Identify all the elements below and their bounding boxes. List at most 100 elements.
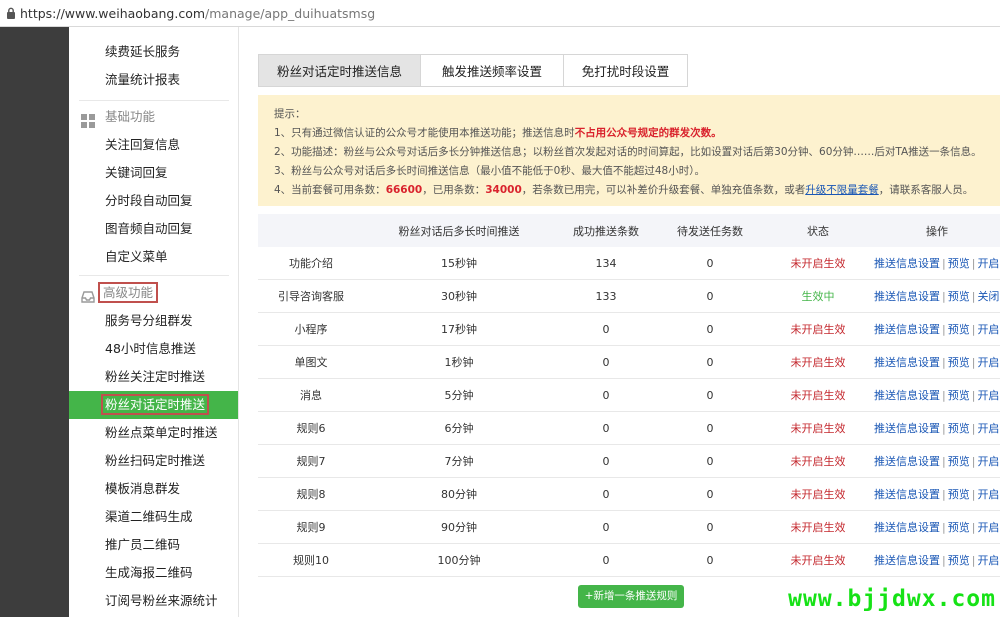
open-link[interactable]: 开启 [977, 422, 999, 435]
push-settings-link[interactable]: 推送信息设置 [874, 422, 940, 435]
tab-trigger-frequency[interactable]: 触发推送频率设置 [421, 54, 564, 87]
sidebar-item-channel-qrcode[interactable]: 渠道二维码生成 [69, 503, 238, 531]
preview-link[interactable]: 预览 [948, 356, 970, 369]
status-cell: 未开启生效 [762, 511, 874, 544]
push-settings-link[interactable]: 推送信息设置 [874, 488, 940, 501]
tab-bar: 粉丝对话定时推送信息 触发推送频率设置 免打扰时段设置 [258, 54, 688, 87]
pending-count-cell: 0 [658, 379, 762, 412]
sidebar-section-advanced: 高级功能 [69, 279, 238, 307]
success-count-cell: 0 [554, 478, 658, 511]
success-count-cell: 0 [554, 544, 658, 577]
pending-count-cell: 0 [658, 511, 762, 544]
sidebar-item-48h-push[interactable]: 48小时信息推送 [69, 335, 238, 363]
preview-link[interactable]: 预览 [948, 554, 970, 567]
push-settings-link[interactable]: 推送信息设置 [874, 257, 940, 270]
preview-link[interactable]: 预览 [948, 422, 970, 435]
sidebar-item-menu-timed-push[interactable]: 粉丝点菜单定时推送 [69, 419, 238, 447]
sidebar-item-media-auto-reply[interactable]: 图音频自动回复 [69, 215, 238, 243]
push-settings-link[interactable]: 推送信息设置 [874, 323, 940, 336]
operations-cell: 推送信息设置|预览|开启|删除 [874, 478, 1000, 511]
address-bar[interactable]: https://www.weihaobang.com/manage/app_du… [0, 0, 1000, 27]
close-link[interactable]: 关闭 [977, 290, 999, 303]
push-settings-link[interactable]: 推送信息设置 [874, 554, 940, 567]
sidebar-item-group-broadcast[interactable]: 服务号分组群发 [69, 307, 238, 335]
operations-cell: 推送信息设置|预览|开启|删除 [874, 346, 1000, 379]
rule-name-cell: 消息 [258, 379, 364, 412]
push-rules-table: 粉丝对话后多长时间推送 成功推送条数 待发送任务数 状态 操作 功能介绍15秒钟… [258, 214, 1000, 577]
success-count-cell: 0 [554, 511, 658, 544]
push-delay-cell: 7分钟 [364, 445, 554, 478]
sidebar-item-template-broadcast[interactable]: 模板消息群发 [69, 475, 238, 503]
tips-line-1: 1、只有通过微信认证的公众号才能使用本推送功能；推送信息时不占用公众号规定的群发… [274, 124, 1000, 143]
status-cell: 未开启生效 [762, 412, 874, 445]
operations-cell: 推送信息设置|预览|开启|删除 [874, 313, 1000, 346]
push-settings-link[interactable]: 推送信息设置 [874, 356, 940, 369]
tab-dialog-push-info[interactable]: 粉丝对话定时推送信息 [258, 54, 421, 87]
pending-count-cell: 0 [658, 280, 762, 313]
sidebar-item-custom-menu[interactable]: 自定义菜单 [69, 243, 238, 271]
preview-link[interactable]: 预览 [948, 290, 970, 303]
table-row: 规则880分钟00未开启生效推送信息设置|预览|开启|删除 [258, 478, 1000, 511]
separator: | [940, 521, 948, 534]
lock-icon [2, 7, 20, 19]
success-count-cell: 0 [554, 379, 658, 412]
add-push-rule-button[interactable]: +新增一条推送规则 [578, 585, 684, 608]
preview-link[interactable]: 预览 [948, 455, 970, 468]
sidebar-item-follow-reply[interactable]: 关注回复信息 [69, 131, 238, 159]
tips-line-1-text: 1、只有通过微信认证的公众号才能使用本推送功能；推送信息时 [274, 127, 575, 139]
open-link[interactable]: 开启 [977, 257, 999, 270]
tips-line-4-text: 4、当前套餐可用条数： [274, 184, 386, 196]
pending-count-cell: 0 [658, 412, 762, 445]
open-link[interactable]: 开启 [977, 389, 999, 402]
open-link[interactable]: 开启 [977, 521, 999, 534]
sidebar-item-keyword-reply[interactable]: 关键词回复 [69, 159, 238, 187]
sidebar-item-poster-qrcode[interactable]: 生成海报二维码 [69, 559, 238, 587]
open-link[interactable]: 开启 [977, 554, 999, 567]
sidebar-item-follow-timed-push[interactable]: 粉丝关注定时推送 [69, 363, 238, 391]
sidebar-item-promoter-qrcode[interactable]: 推广员二维码 [69, 531, 238, 559]
tab-do-not-disturb[interactable]: 免打扰时段设置 [564, 54, 688, 87]
sidebar-item-renewal[interactable]: 续费延长服务 [69, 38, 238, 66]
preview-link[interactable]: 预览 [948, 323, 970, 336]
tips-line-2: 2、功能描述：粉丝与公众号对话后多长分钟推送信息；以粉丝首次发起对话的时间算起，… [274, 143, 1000, 162]
upgrade-unlimited-link[interactable]: 升级不限量套餐 [805, 184, 879, 196]
rule-name-cell: 规则7 [258, 445, 364, 478]
url-text: https://www.weihaobang.com/manage/app_du… [20, 6, 375, 21]
sidebar-item-traffic-report[interactable]: 流量统计报表 [69, 66, 238, 94]
push-delay-cell: 6分钟 [364, 412, 554, 445]
preview-link[interactable]: 预览 [948, 389, 970, 402]
separator: | [940, 323, 948, 336]
push-settings-link[interactable]: 推送信息设置 [874, 455, 940, 468]
preview-link[interactable]: 预览 [948, 488, 970, 501]
grid-icon [81, 110, 95, 124]
rule-name-cell: 小程序 [258, 313, 364, 346]
open-link[interactable]: 开启 [977, 323, 999, 336]
tips-title: 提示： [274, 105, 1000, 124]
table-row: 引导咨询客服30秒钟1330生效中推送信息设置|预览|关闭|删除 [258, 280, 1000, 313]
rule-name-cell: 单图文 [258, 346, 364, 379]
separator: | [940, 356, 948, 369]
rule-name-cell: 引导咨询客服 [258, 280, 364, 313]
sidebar-section-advanced-title: 高级功能 [98, 282, 158, 303]
sidebar-item-dialog-timed-push[interactable]: 粉丝对话定时推送 [69, 391, 238, 419]
push-settings-link[interactable]: 推送信息设置 [874, 389, 940, 402]
push-settings-link[interactable]: 推送信息设置 [874, 290, 940, 303]
pending-count-cell: 0 [658, 445, 762, 478]
preview-link[interactable]: 预览 [948, 521, 970, 534]
push-settings-link[interactable]: 推送信息设置 [874, 521, 940, 534]
open-link[interactable]: 开启 [977, 488, 999, 501]
success-count-cell: 133 [554, 280, 658, 313]
sidebar-item-scan-timed-push[interactable]: 粉丝扫码定时推送 [69, 447, 238, 475]
url-path: /manage/app_duihuatsmsg [205, 6, 375, 21]
operations-cell: 推送信息设置|预览|开启|删除 [874, 544, 1000, 577]
open-link[interactable]: 开启 [977, 356, 999, 369]
table-row: 规则77分钟00未开启生效推送信息设置|预览|开启|删除 [258, 445, 1000, 478]
pending-count-cell: 0 [658, 544, 762, 577]
sidebar-item-fans-source-stats[interactable]: 订阅号粉丝来源统计 [69, 587, 238, 615]
sidebar-section-basic: 基础功能 [69, 103, 238, 131]
column-header: 成功推送条数 [554, 214, 658, 247]
preview-link[interactable]: 预览 [948, 257, 970, 270]
rule-name-cell: 规则8 [258, 478, 364, 511]
open-link[interactable]: 开启 [977, 455, 999, 468]
sidebar-item-timed-auto-reply[interactable]: 分时段自动回复 [69, 187, 238, 215]
